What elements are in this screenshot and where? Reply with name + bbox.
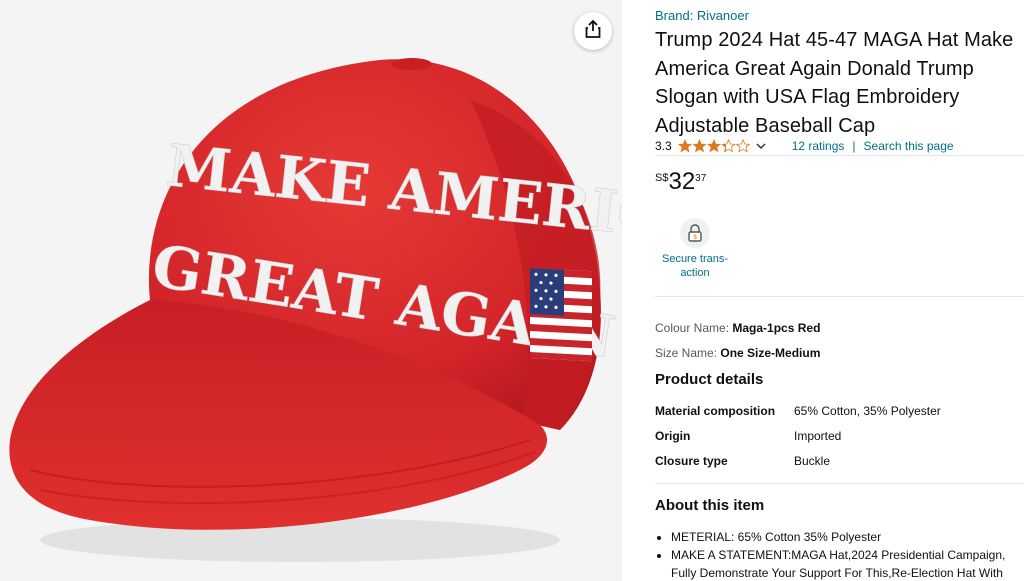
share-button[interactable] xyxy=(574,12,612,50)
search-this-page-link[interactable]: Search this page xyxy=(864,139,954,153)
rating-row: 3.3 12 ratings | Search this page xyxy=(655,138,954,154)
rating-value: 3.3 xyxy=(655,139,672,153)
price: S$ 32 37 xyxy=(655,168,706,196)
product-details-table: Material composition 65% Cotton, 35% Pol… xyxy=(655,398,941,473)
table-row: Material composition 65% Cotton, 35% Pol… xyxy=(655,403,941,418)
ratings-count-link[interactable]: 12 ratings xyxy=(792,139,845,153)
divider xyxy=(655,155,1024,156)
size-name: Size Name: One Size-Medium xyxy=(655,346,821,360)
lock-icon: $ xyxy=(680,218,710,248)
stars-icon xyxy=(677,139,750,153)
usa-flag-patch xyxy=(530,268,592,362)
star-rating[interactable] xyxy=(677,139,750,153)
product-details-heading: Product details xyxy=(655,371,764,388)
table-row: Origin Imported xyxy=(655,428,842,443)
divider xyxy=(655,483,1024,484)
colour-name: Colour Name: Maga-1pcs Red xyxy=(655,321,821,335)
table-row: Closure type Buckle xyxy=(655,453,831,468)
share-icon xyxy=(585,19,601,43)
price-fraction: 37 xyxy=(695,173,707,184)
price-whole: 32 xyxy=(668,168,696,195)
hat-illustration: MAKE AMERICA GREAT AGAIN xyxy=(9,58,622,562)
price-currency: S$ xyxy=(655,172,669,184)
divider xyxy=(655,296,1024,297)
about-bullets: METERIAL: 65% Cotton 35% Polyester MAKE … xyxy=(655,528,1024,581)
product-title: Trump 2024 Hat 45-47 MAGA Hat Make Ameri… xyxy=(655,29,1014,137)
product-details-pane: Brand: Rivanoer Trump 2024 Hat 45-47 MAG… xyxy=(655,0,1024,581)
product-image[interactable]: MAKE AMERICA GREAT AGAIN xyxy=(0,0,622,581)
about-this-item-heading: About this item xyxy=(655,497,765,514)
secure-transaction[interactable]: $ Secure trans-action xyxy=(655,218,735,280)
brand-link[interactable]: Brand: Rivanoer xyxy=(655,8,749,23)
separator: | xyxy=(852,139,856,153)
list-item: METERIAL: 65% Cotton 35% Polyester xyxy=(671,528,1024,546)
secure-transaction-label: Secure trans-action xyxy=(661,253,729,279)
list-item: MAKE A STATEMENT:MAGA Hat,2024 President… xyxy=(671,546,1024,581)
chevron-down-icon[interactable] xyxy=(756,139,766,153)
